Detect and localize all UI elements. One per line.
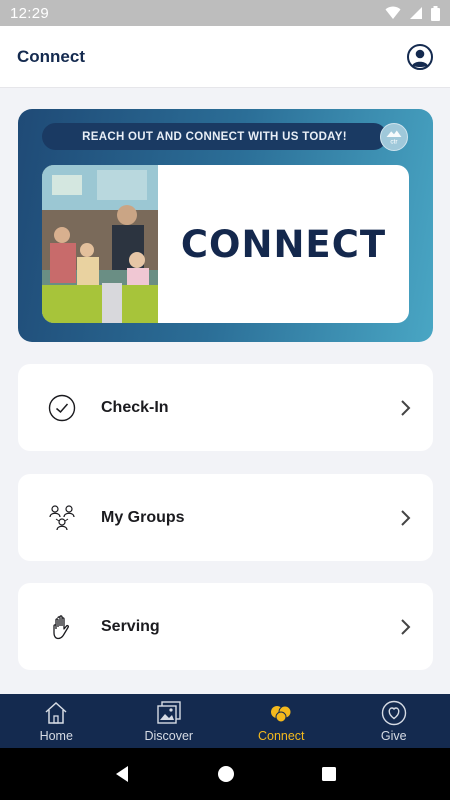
banner-photo — [42, 165, 158, 323]
battery-icon — [431, 5, 440, 21]
nav-home-label: Home — [39, 728, 73, 743]
app-header: Connect — [0, 26, 450, 88]
back-icon[interactable] — [113, 765, 131, 783]
nav-discover-label: Discover — [144, 728, 194, 743]
nav-give[interactable]: Give — [338, 694, 450, 748]
hand-icon — [44, 609, 80, 645]
check-circle-icon — [44, 390, 80, 426]
check-in-label: Check-In — [101, 398, 169, 416]
banner-tagline: REACH OUT AND CONNECT WITH US TODAY! — [42, 123, 387, 150]
logo-text: ctr — [390, 139, 398, 146]
connect-banner[interactable]: REACH OUT AND CONNECT WITH US TODAY! ctr… — [18, 109, 433, 342]
nav-give-label: Give — [380, 728, 407, 743]
signal-icon — [410, 7, 422, 19]
check-in-item[interactable]: Check-In — [18, 364, 433, 451]
chevron-right-icon — [401, 399, 411, 416]
my-groups-label: My Groups — [101, 508, 185, 526]
wifi-icon — [385, 6, 401, 19]
connect-icon — [271, 705, 292, 722]
recents-icon[interactable] — [321, 766, 337, 782]
chevron-right-icon — [401, 618, 411, 635]
heart-icon — [381, 700, 406, 725]
chevron-right-icon — [401, 509, 411, 526]
bottom-nav: Home Discover Connect Give — [0, 694, 450, 748]
church-logo: ctr — [380, 123, 408, 151]
profile-avatar-icon[interactable] — [407, 43, 433, 70]
home-circle-icon[interactable] — [217, 765, 235, 783]
system-nav-bar — [0, 748, 450, 800]
serving-label: Serving — [101, 617, 160, 635]
my-groups-item[interactable]: My Groups — [18, 474, 433, 561]
home-icon — [45, 701, 67, 724]
banner-headline: CONNECT — [180, 222, 387, 266]
banner-card: CONNECT — [42, 165, 409, 323]
nav-discover[interactable]: Discover — [113, 694, 226, 748]
nav-connect-label: Connect — [257, 728, 305, 743]
group-icon — [44, 500, 80, 536]
status-bar: 12:29 — [0, 0, 450, 26]
gallery-icon — [157, 700, 181, 724]
page-title: Connect — [17, 46, 85, 66]
nav-connect[interactable]: Connect — [225, 694, 338, 748]
status-time: 12:29 — [10, 4, 50, 22]
serving-item[interactable]: Serving — [18, 583, 433, 670]
nav-home[interactable]: Home — [0, 694, 113, 748]
